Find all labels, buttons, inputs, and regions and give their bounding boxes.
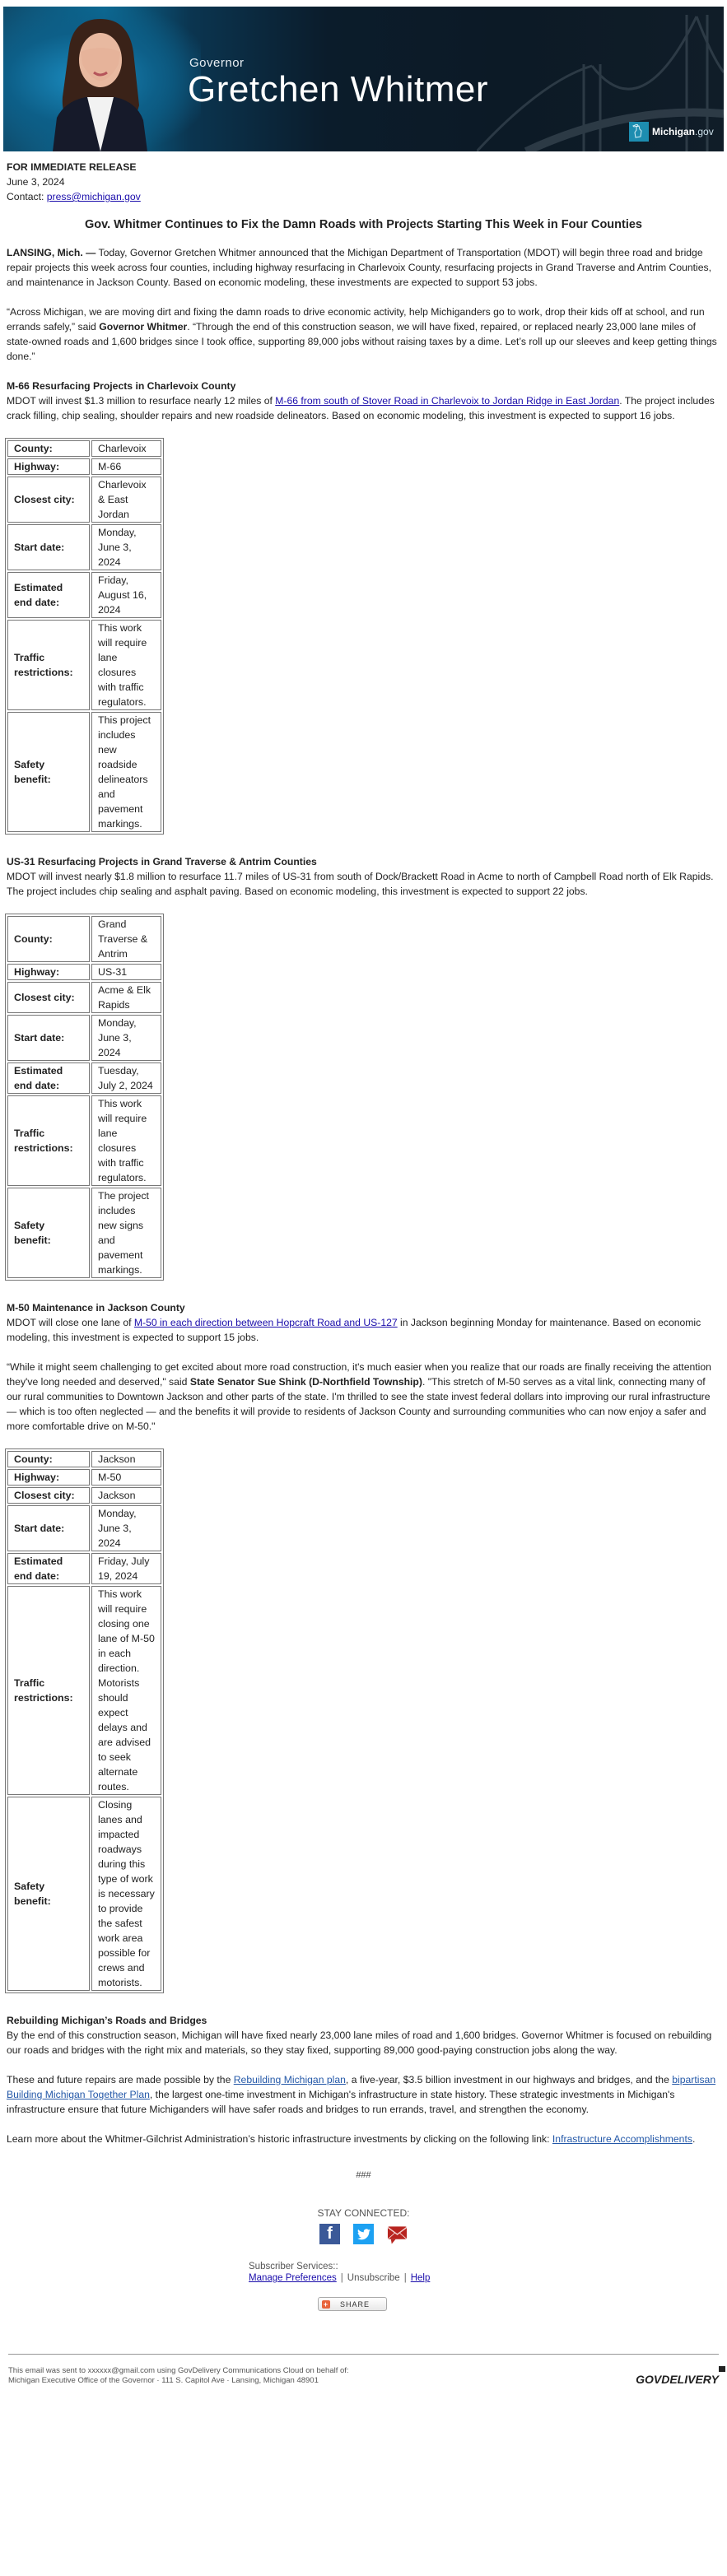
table-row: County: Jackson bbox=[7, 1451, 161, 1467]
learn-more-paragraph: Learn more about the Whitmer-Gilchrist A… bbox=[7, 2133, 696, 2145]
table-row: Safety benefit: The project includes new … bbox=[7, 1188, 161, 1278]
table-row: County: Charlevoix bbox=[7, 440, 161, 457]
release-meta: FOR IMMEDIATE RELEASE June 3, 2024 Conta… bbox=[7, 160, 720, 204]
table-row: Start date: Monday, June 3, 2024 bbox=[7, 1015, 161, 1061]
stay-connected-label: STAY CONNECTED: bbox=[317, 2207, 410, 2219]
table-row: Traffic restrictions: This work will requ… bbox=[7, 620, 161, 710]
table-row: Traffic restrictions: This work will requ… bbox=[7, 1586, 161, 1795]
governor-portrait bbox=[53, 19, 147, 151]
table-row: Safety benefit: This project includes new… bbox=[7, 712, 161, 832]
help-link[interactable]: Help bbox=[411, 2273, 431, 2283]
project-us31: US-31 Resurfacing Projects in Grand Trav… bbox=[7, 854, 720, 899]
share-button[interactable]: + SHARE bbox=[318, 2297, 387, 2311]
table-row: Closest city: Acme & Elk Rapids bbox=[7, 982, 161, 1013]
subscriber-services: Subscriber Services:: Manage Preferences… bbox=[249, 2261, 727, 2284]
facebook-icon[interactable]: f bbox=[319, 2224, 340, 2244]
table-row: Highway: M-66 bbox=[7, 458, 161, 475]
michigan-gov-text: Michigan.gov bbox=[652, 126, 714, 137]
press-release: FOR IMMEDIATE RELEASE June 3, 2024 Conta… bbox=[0, 160, 727, 2183]
footer: This email was sent to xxxxxx@gmail.com … bbox=[0, 2355, 727, 2386]
subscriber-label: Subscriber Services:: bbox=[249, 2262, 338, 2271]
table-row: Estimated end date: Tuesday, July 2, 2024 bbox=[7, 1062, 161, 1094]
table-row: Safety benefit: Closing lanes and impacte… bbox=[7, 1797, 161, 1991]
footer-note: This email was sent to xxxxxx@gmail.com … bbox=[8, 2366, 349, 2385]
table-row: Highway: M-50 bbox=[7, 1469, 161, 1486]
intro-paragraph: LANSING, Mich. — Today, Governor Gretche… bbox=[7, 247, 712, 288]
table-row: Closest city: Charlevoix & East Jordan bbox=[7, 477, 161, 523]
senator-quote: “While it might seem challenging to get … bbox=[7, 1361, 711, 1432]
project-m66: M-66 Resurfacing Projects in Charlevoix … bbox=[7, 379, 720, 423]
table-row: County: Grand Traverse & Antrim bbox=[7, 916, 161, 962]
section-title: Rebuilding Michigan’s Roads and Bridges bbox=[7, 2015, 207, 2026]
end-mark: ### bbox=[356, 2170, 371, 2180]
social-links: f bbox=[0, 2224, 727, 2244]
release-contact: Contact: press@michigan.gov bbox=[7, 191, 141, 202]
funding-paragraph: These and future repairs are made possib… bbox=[7, 2074, 716, 2115]
michigan-gov-logo[interactable]: Michigan.gov bbox=[629, 122, 714, 142]
release-date: June 3, 2024 bbox=[7, 176, 65, 188]
release-label: FOR IMMEDIATE RELEASE bbox=[7, 161, 137, 173]
chat-bubble-icon bbox=[719, 2366, 725, 2372]
manage-preferences-link[interactable]: Manage Preferences bbox=[249, 2273, 337, 2283]
plus-icon: + bbox=[322, 2299, 330, 2309]
project-table-us31: County: Grand Traverse & Antrim Highway: U… bbox=[5, 914, 164, 1281]
michigan-state-icon bbox=[629, 122, 649, 142]
table-row: Traffic restrictions: This work will requ… bbox=[7, 1095, 161, 1186]
section-title: M-50 Maintenance in Jackson County bbox=[7, 1302, 185, 1314]
table-row: Estimated end date: Friday, August 16, 20… bbox=[7, 572, 161, 618]
governor-quote: “Across Michigan, we are moving dirt and… bbox=[7, 306, 717, 362]
govdelivery-logo[interactable]: GOVDELIVERY bbox=[636, 2366, 725, 2386]
banner-name: Gretchen Whitmer bbox=[188, 69, 488, 109]
header-banner: Governor Gretchen Whitmer Michigan.gov bbox=[3, 7, 724, 151]
table-row: Highway: US-31 bbox=[7, 964, 161, 980]
project-m50: M-50 Maintenance in Jackson County MDOT … bbox=[7, 1300, 720, 1345]
infrastructure-accomplishments-link[interactable]: Infrastructure Accomplishments bbox=[552, 2133, 692, 2145]
rebuilding-section: Rebuilding Michigan’s Roads and Bridges … bbox=[7, 2013, 720, 2058]
project-table-m50: County: Jackson Highway: M-50 Closest city… bbox=[5, 1448, 164, 1993]
dateline: LANSING, Mich. — bbox=[7, 247, 96, 258]
rebuilding-michigan-link[interactable]: Rebuilding Michigan plan bbox=[234, 2074, 346, 2085]
headline: Gov. Whitmer Continues to Fix the Damn R… bbox=[85, 218, 642, 231]
banner-label: Governor bbox=[189, 56, 245, 70]
m50-map-link[interactable]: M-50 in each direction between Hopcraft … bbox=[134, 1317, 398, 1328]
table-row: Estimated end date: Friday, July 19, 2024 bbox=[7, 1553, 161, 1584]
section-title: M-66 Resurfacing Projects in Charlevoix … bbox=[7, 380, 236, 392]
table-row: Closest city: Jackson bbox=[7, 1487, 161, 1504]
m66-map-link[interactable]: M-66 from south of Stover Road in Charle… bbox=[275, 395, 619, 407]
quote-speaker: State Senator Sue Shink (D-Northfield To… bbox=[189, 1376, 422, 1388]
table-row: Start date: Monday, June 3, 2024 bbox=[7, 1505, 161, 1551]
unsubscribe-link[interactable]: Unsubscribe bbox=[347, 2273, 400, 2283]
table-row: Start date: Monday, June 3, 2024 bbox=[7, 524, 161, 570]
quote-speaker: Governor Whitmer bbox=[99, 321, 188, 332]
section-title: US-31 Resurfacing Projects in Grand Trav… bbox=[7, 856, 317, 867]
twitter-icon[interactable] bbox=[353, 2224, 374, 2244]
contact-email-link[interactable]: press@michigan.gov bbox=[47, 191, 141, 202]
project-table-m66: County: Charlevoix Highway: M-66 Closest c… bbox=[5, 438, 164, 835]
email-icon[interactable] bbox=[387, 2224, 408, 2244]
